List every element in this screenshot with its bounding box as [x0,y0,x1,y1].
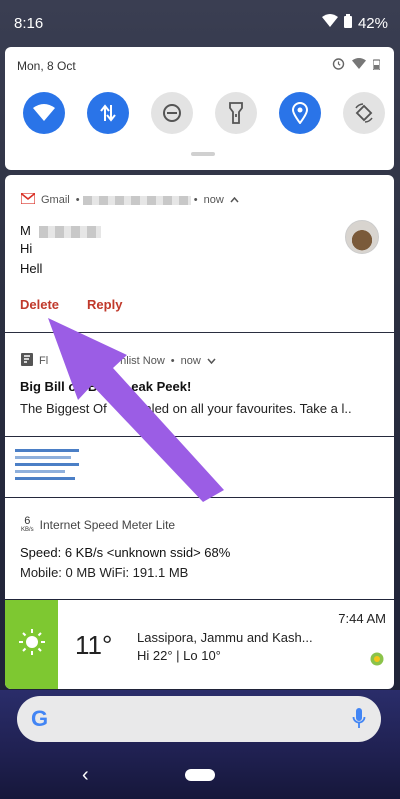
google-search-bar[interactable]: G [17,696,381,742]
avatar [345,220,379,254]
gmail-actions: Delete Reply [20,297,122,312]
qs-date: Mon, 8 Oct [17,59,76,73]
gmail-app-name: Gmail [41,194,70,206]
qs-wifi-icon [352,57,366,75]
navigation-bar: ‹ [0,757,400,799]
status-icons: 42% [321,14,388,32]
gmail-header: Gmail • • now [20,192,239,207]
notification-thumbnail [15,449,79,485]
shopping-body: The Biggest Of vealed on all your favouri… [20,401,352,416]
google-logo: G [31,706,49,731]
flashlight-tile[interactable] [215,92,257,134]
shopping-time: now [180,355,201,367]
shopping-notification[interactable]: Fl hlist Now • now Big Bill on Beak Peek… [5,333,394,436]
shopping-app-icon [21,353,33,369]
home-pill[interactable] [185,769,215,781]
alarm-icon [332,57,345,75]
weather-notification[interactable]: 11° Lassipora, Jammu and Kash... Hi 22° … [5,600,394,689]
shopping-header: Fl hlist Now • now [21,353,216,369]
weather-temperature: 11° [75,630,113,660]
speed-meter-notification[interactable]: 6 KB/s Internet Speed Meter Lite Speed: … [5,498,394,599]
battery-percent: 42% [357,14,388,32]
weather-app-icon [370,652,384,671]
delete-button[interactable]: Delete [20,297,59,312]
chevron-up-icon[interactable] [230,194,239,206]
gmail-icon [20,192,36,207]
redacted-account: • • [75,194,198,206]
sun-icon [17,627,47,662]
gmail-line-1: Hi [20,241,33,256]
status-time: 8:16 [14,15,44,32]
shopping-title: Big Bill on Beak Peek! [20,379,192,394]
weather-time: 7:44 AM [338,611,386,626]
chevron-down-icon[interactable] [207,355,216,367]
speed-header: 6 KB/s Internet Speed Meter Lite [21,515,176,534]
weather-hi-lo: Hi 22° | Lo 10° [137,648,221,663]
speed-app-name: Internet Speed Meter Lite [39,517,176,532]
gmail-sender: M [20,223,101,238]
gmail-line-2: Hell [20,261,43,276]
shopping-header-rest: hlist Now [120,355,165,367]
battery-icon [343,14,352,32]
data-usage-line: Mobile: 0 MB WiFi: 191.1 MB [20,565,189,580]
wifi-signal-icon [321,14,338,32]
auto-rotate-tile[interactable] [343,92,385,134]
image-notification[interactable] [5,437,394,497]
weather-panel [5,600,58,689]
microphone-icon[interactable] [352,707,366,736]
qs-expand-handle[interactable] [191,152,215,156]
do-not-disturb-tile[interactable] [151,92,193,134]
reply-button[interactable]: Reply [87,297,122,312]
qs-battery-icon [372,57,381,75]
mobile-data-tile[interactable] [87,92,129,134]
status-bar: 8:16 42% [0,0,400,46]
shopping-app-name: Fl [39,355,49,367]
gmail-time: now [203,194,224,206]
location-tile[interactable] [279,92,321,134]
wifi-tile[interactable] [23,92,65,134]
back-icon[interactable]: ‹ [82,764,89,787]
qs-tiles [23,92,385,134]
quick-settings-panel: Mon, 8 Oct [5,47,394,170]
speed-icon: 6 KB/s [21,515,34,534]
weather-location: Lassipora, Jammu and Kash... [137,630,313,645]
gmail-notification[interactable]: Gmail • • now M Hi Hell Delete Reply [5,175,394,332]
qs-status-icons [332,57,381,75]
speed-line: Speed: 6 KB/s <unknown ssid> 68% [20,545,231,560]
